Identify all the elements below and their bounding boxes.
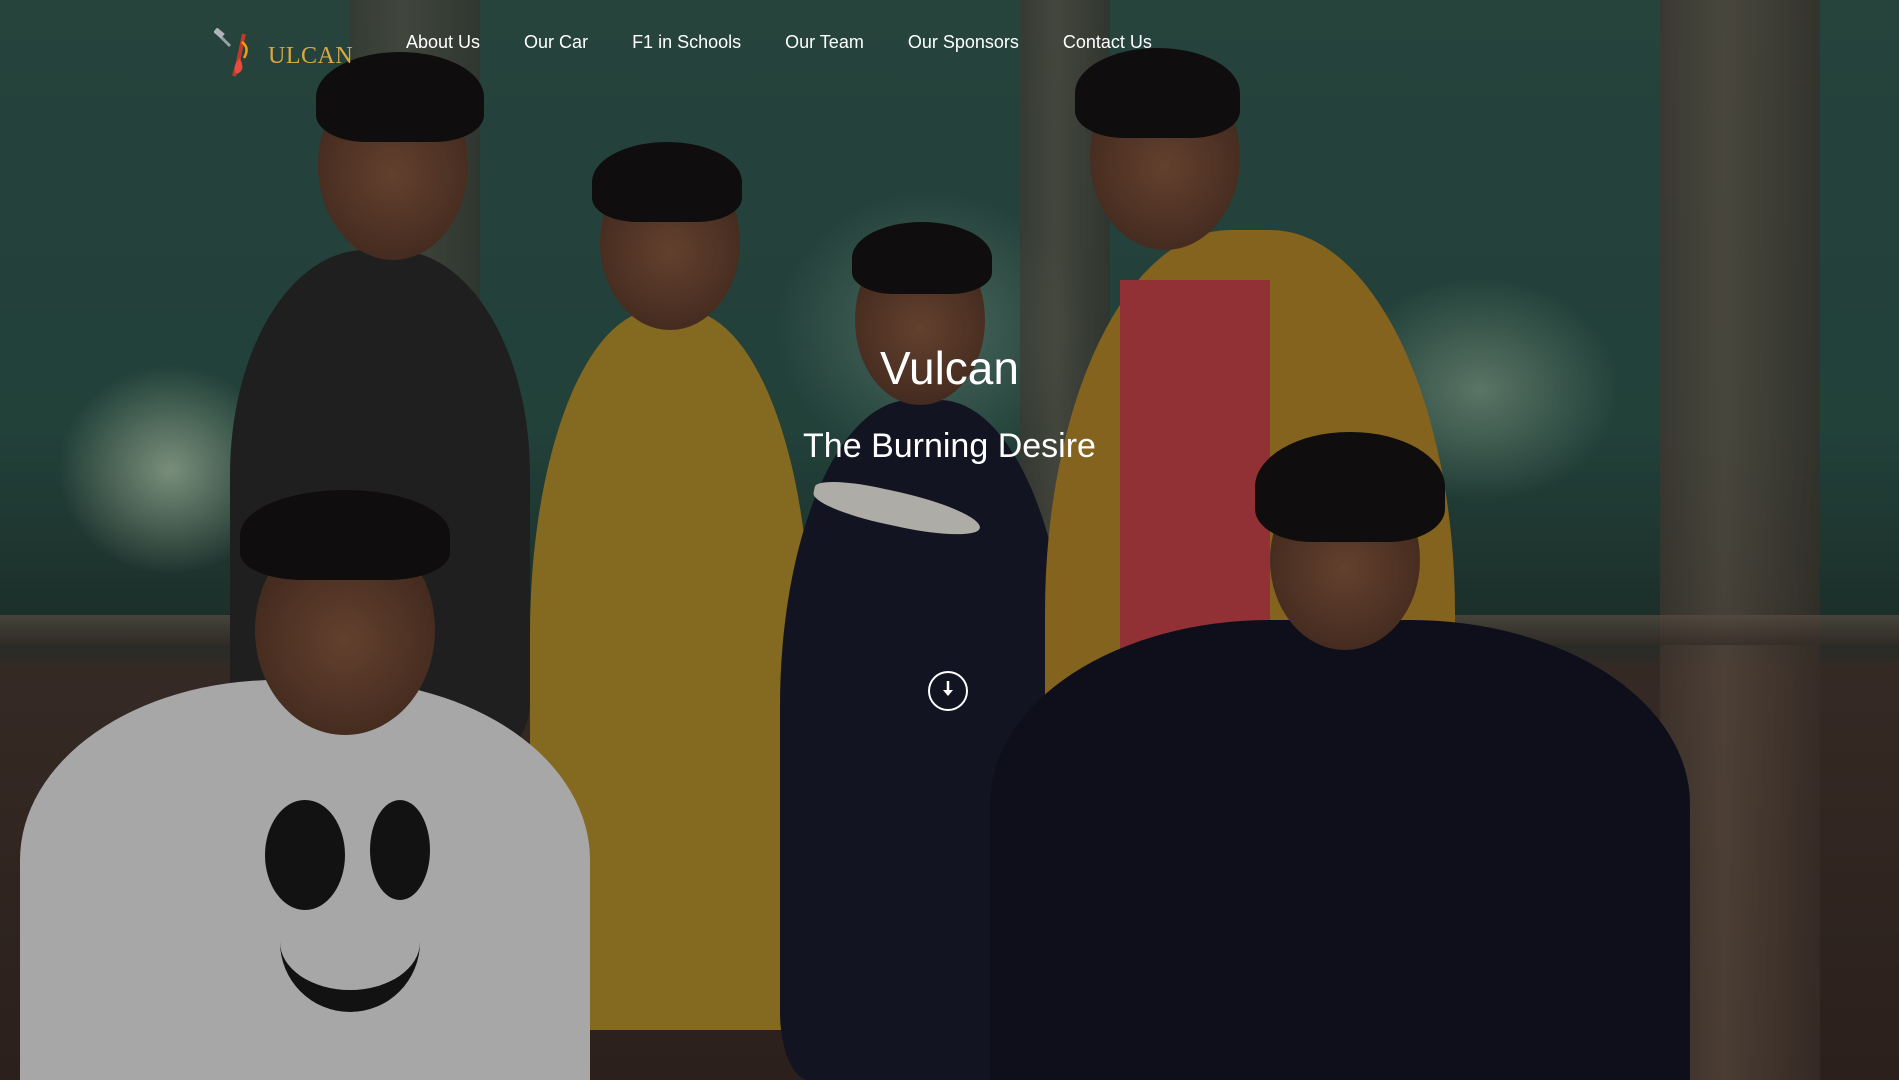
nav-item-our-car[interactable]: Our Car (524, 30, 588, 54)
nav-links: About Us Our Car F1 in Schools Our Team … (406, 30, 1196, 54)
scroll-down-button[interactable] (928, 671, 968, 711)
nav-item-about-us[interactable]: About Us (406, 30, 480, 54)
arrow-down-circle-icon (940, 679, 956, 703)
brand-logo-text: ULCAN (268, 42, 354, 69)
nav-item-our-team[interactable]: Our Team (785, 30, 864, 54)
vulcan-logo-icon (213, 27, 274, 80)
hero-subtitle: The Burning Desire (803, 427, 1096, 465)
navbar: ULCAN About Us Our Car F1 in Schools Our… (0, 0, 1899, 90)
hero-section: ULCAN About Us Our Car F1 in Schools Our… (0, 0, 1899, 1080)
hero-title: Vulcan (880, 342, 1019, 394)
brand-logo[interactable]: ULCAN (213, 27, 354, 80)
nav-item-f1-in-schools[interactable]: F1 in Schools (632, 30, 741, 54)
nav-item-our-sponsors[interactable]: Our Sponsors (908, 30, 1019, 54)
nav-item-contact-us[interactable]: Contact Us (1063, 30, 1152, 54)
hero-overlay (0, 0, 1899, 1080)
